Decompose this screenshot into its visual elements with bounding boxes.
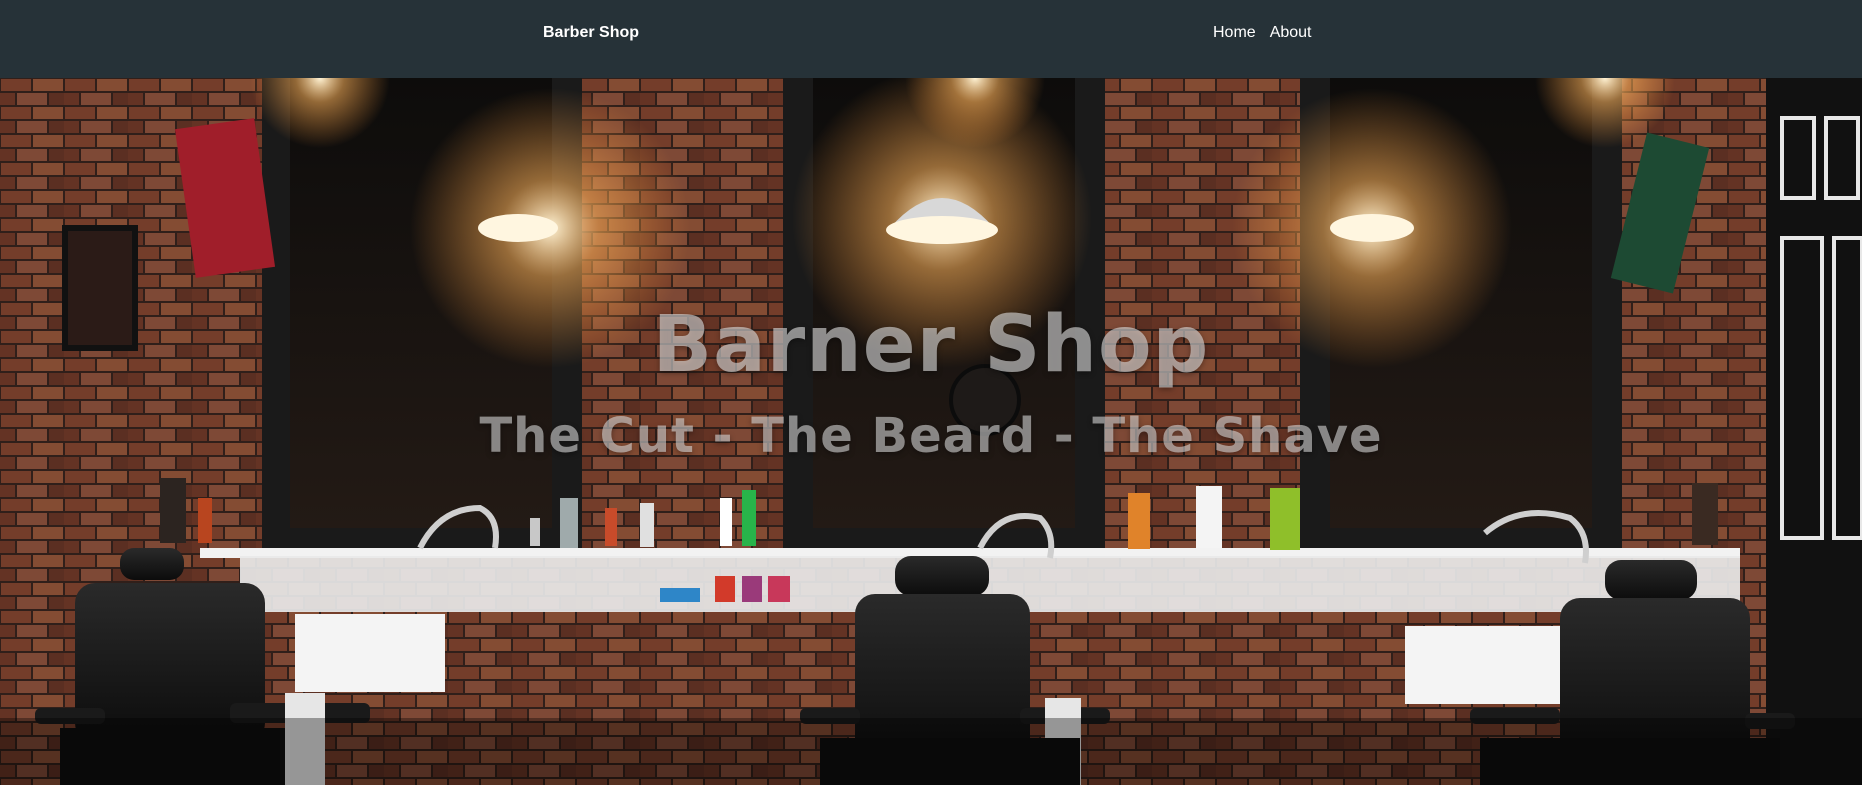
- hero-text: Barner Shop The Cut - The Beard - The Sh…: [0, 78, 1862, 785]
- hero-section: Barner Shop The Cut - The Beard - The Sh…: [0, 78, 1862, 785]
- nav-link-about[interactable]: About: [1270, 24, 1312, 42]
- hero-subtitle: The Cut - The Beard - The Shave: [479, 408, 1383, 464]
- navbar: Barber Shop Home About: [0, 0, 1862, 78]
- hero-title: Barner Shop: [652, 300, 1210, 390]
- nav-links: Home About: [1213, 24, 1312, 42]
- brand-link[interactable]: Barber Shop: [543, 24, 639, 42]
- nav-link-home[interactable]: Home: [1213, 24, 1256, 42]
